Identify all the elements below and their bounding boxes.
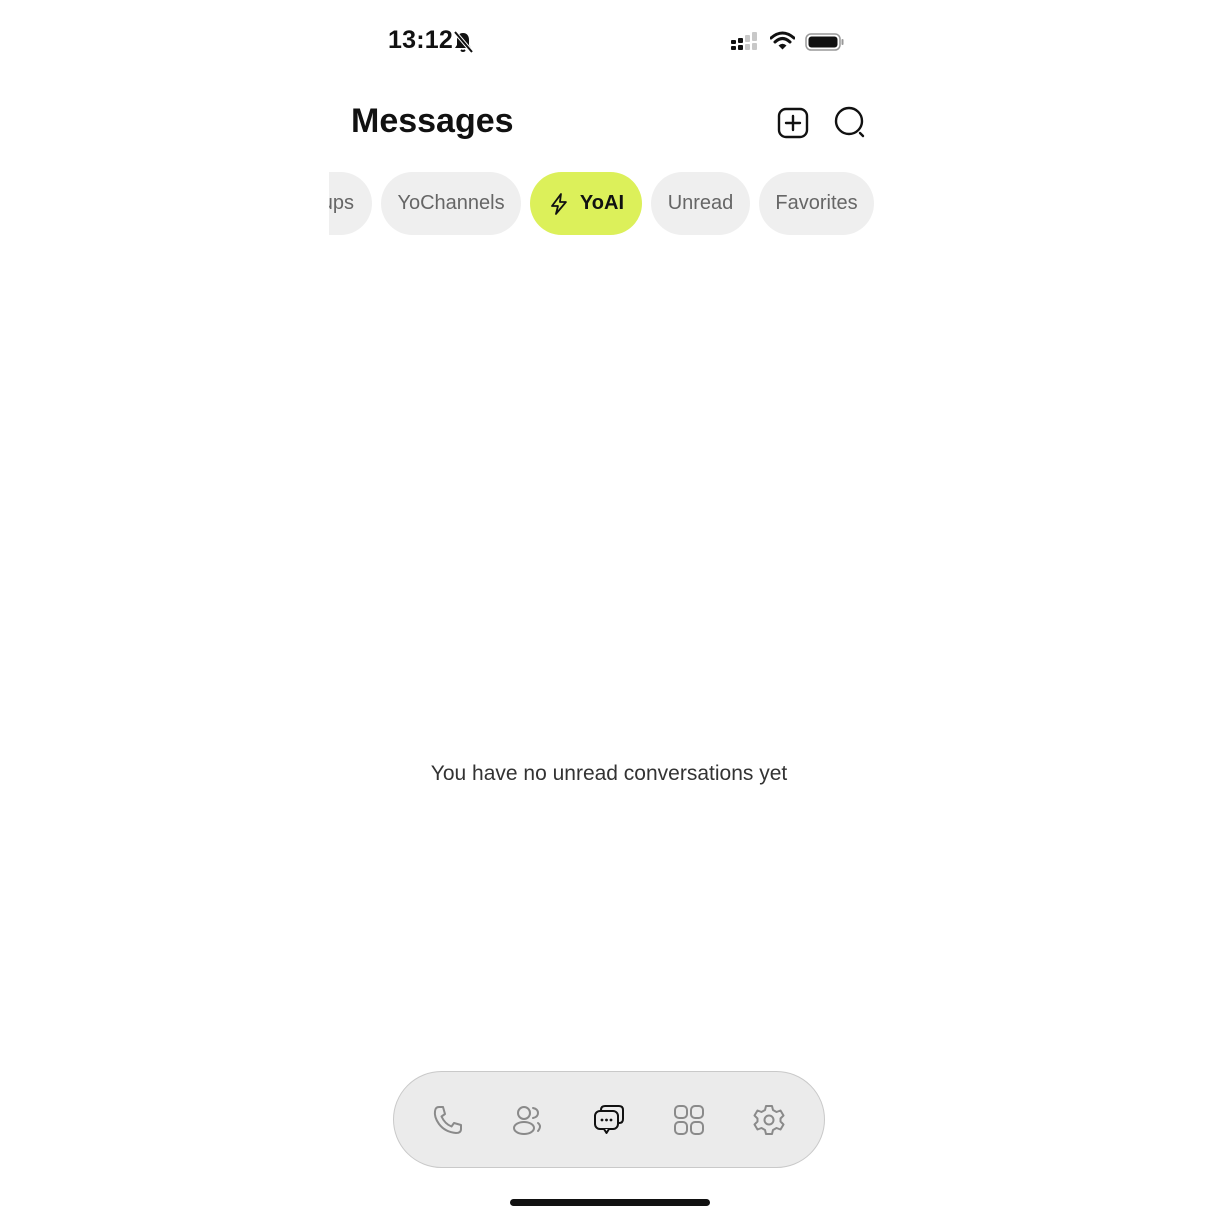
filter-tabs: ups YoChannels YoAI Unread Favorites xyxy=(329,172,889,236)
nav-settings[interactable] xyxy=(751,1102,787,1138)
tab-yochannels[interactable]: YoChannels xyxy=(381,172,521,235)
plus-square-icon xyxy=(777,107,809,139)
wifi-icon xyxy=(770,31,795,50)
empty-state-text: You have no unread conversations yet xyxy=(430,762,788,785)
home-indicator[interactable] xyxy=(510,1199,710,1206)
contacts-icon xyxy=(513,1106,541,1135)
status-time: 13:12 xyxy=(388,26,453,54)
tab-label: YoChannels xyxy=(397,192,505,214)
tab-label: YoAI xyxy=(579,192,624,214)
battery-icon xyxy=(805,33,844,51)
new-message-button[interactable] xyxy=(775,105,811,141)
nav-calls[interactable] xyxy=(430,1102,466,1138)
tab-yoai[interactable]: YoAI xyxy=(530,172,642,235)
nav-apps[interactable] xyxy=(671,1102,707,1138)
chat-bubbles-icon xyxy=(594,1105,624,1134)
grid-icon xyxy=(674,1105,704,1135)
phone-icon xyxy=(433,1106,462,1134)
nav-contacts[interactable] xyxy=(510,1102,546,1138)
gear-icon xyxy=(753,1105,785,1135)
nav-messages[interactable] xyxy=(591,1102,627,1138)
bottom-nav xyxy=(393,1071,825,1168)
tab-unread[interactable]: Unread xyxy=(651,172,750,235)
tab-favorites[interactable]: Favorites xyxy=(759,172,874,235)
page-title: Messages xyxy=(351,102,514,140)
bell-muted-icon xyxy=(453,30,474,54)
tab-label: ups xyxy=(329,192,354,214)
tab-groups[interactable]: ups xyxy=(329,172,372,235)
search-button[interactable] xyxy=(832,104,868,140)
lightning-icon xyxy=(551,192,567,215)
tab-label: Unread xyxy=(667,192,734,214)
signal-icon xyxy=(731,32,757,50)
tab-label: Favorites xyxy=(775,192,858,214)
search-icon xyxy=(834,106,865,138)
